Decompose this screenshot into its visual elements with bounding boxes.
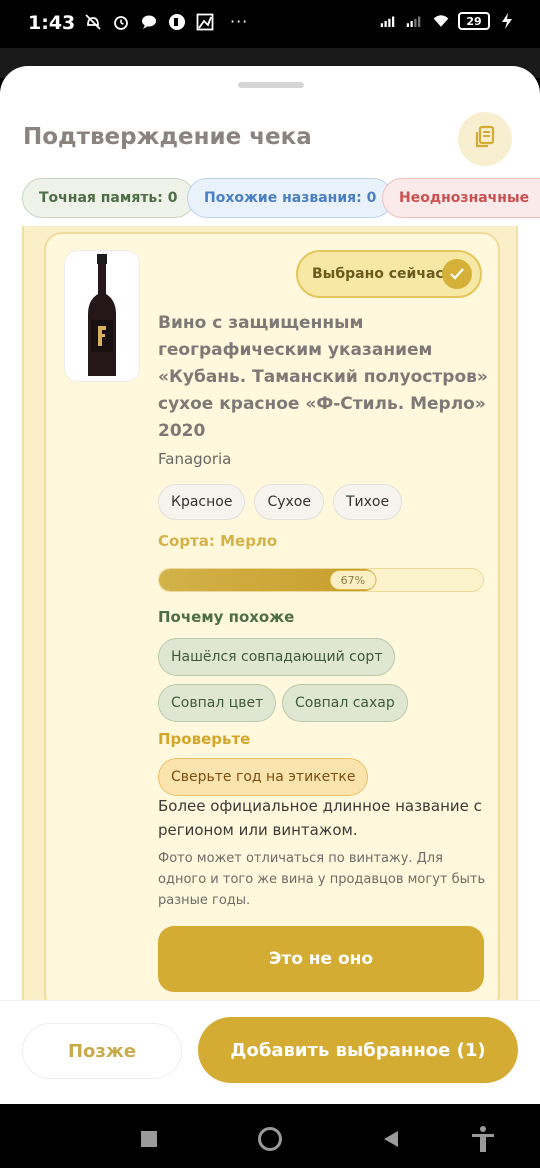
why-similar-title: Почему похоже xyxy=(158,608,295,626)
wifi-icon xyxy=(432,12,450,30)
match-percent-label: 67% xyxy=(329,570,377,590)
grape-variety: Сорта: Мерло xyxy=(158,532,278,550)
bottom-action-bar: Позже Добавить выбранное (1) xyxy=(0,1000,540,1104)
accessibility-icon[interactable] xyxy=(468,1124,498,1154)
not-it-button[interactable]: Это не оно xyxy=(158,926,484,992)
why-tag-color: Совпал цвет xyxy=(158,684,277,722)
more-notifications-icon: ··· xyxy=(230,12,249,31)
check-icon xyxy=(442,259,472,289)
check-title: Проверьте xyxy=(158,730,251,748)
status-bar: 1:43 ··· 29 xyxy=(0,0,540,48)
attribute-chip: Сухое xyxy=(254,484,324,520)
status-system-icons: 29 xyxy=(380,12,516,30)
why-tag-sugar: Совпал сахар xyxy=(282,684,408,722)
selected-now-label: Выбрано сейчас xyxy=(312,266,444,282)
app-icon xyxy=(168,13,186,31)
alarm-icon xyxy=(112,13,130,31)
sheet-title: Подтверждение чека xyxy=(23,124,312,150)
wine-attributes: Красное Сухое Тихое xyxy=(158,484,403,520)
sheet-grabber[interactable] xyxy=(238,82,304,88)
system-nav-bar xyxy=(0,1104,540,1168)
wine-producer: Fanagoria xyxy=(158,450,232,468)
copy-button[interactable] xyxy=(458,112,512,166)
attribute-chip: Красное xyxy=(158,484,246,520)
charging-icon xyxy=(498,12,516,30)
wine-bottle-icon xyxy=(88,254,116,376)
wine-name: Вино с защищенным географическим указани… xyxy=(158,313,488,441)
candidate-description: Более официальное длинное название с рег… xyxy=(158,797,482,839)
add-selected-button[interactable]: Добавить выбранное (1) xyxy=(198,1017,518,1083)
receipt-confirmation-sheet: Подтверждение чека Точная память: 0 Похо… xyxy=(0,66,540,1104)
status-notification-icons: ··· xyxy=(84,12,248,31)
vintage-note: Фото может отличаться по винтажу. Для од… xyxy=(158,851,486,908)
match-progress-bar: 67% xyxy=(158,568,484,592)
gallery-icon xyxy=(196,13,214,31)
battery-icon: 29 xyxy=(458,12,490,30)
chat-icon xyxy=(140,13,158,31)
filter-similar-names[interactable]: Похожие названия: 0 xyxy=(187,178,394,218)
signal-icon xyxy=(380,12,398,30)
candidates-list[interactable]: Выбрано сейчас Вино с защищенным географ… xyxy=(22,226,518,1012)
filter-ambiguous[interactable]: Неоднозначные xyxy=(382,178,540,218)
copy-icon xyxy=(472,124,498,154)
status-time: 1:43 xyxy=(28,12,76,34)
wine-thumbnail xyxy=(64,250,140,382)
filter-exact-memory[interactable]: Точная память: 0 xyxy=(22,178,195,218)
recents-icon[interactable] xyxy=(134,1124,164,1154)
wine-candidate-card[interactable]: Выбрано сейчас Вино с защищенным географ… xyxy=(44,232,500,1012)
signal-2-icon xyxy=(406,12,424,30)
selected-now-badge[interactable]: Выбрано сейчас xyxy=(296,250,482,298)
attribute-chip: Тихое xyxy=(332,484,403,520)
dnd-off-icon xyxy=(84,13,102,31)
check-tag-year: Сверьте год на этикетке xyxy=(158,758,369,796)
later-button[interactable]: Позже xyxy=(22,1023,182,1079)
why-tag-grape: Нашёлся совпадающий сорт xyxy=(158,638,396,676)
filter-chips: Точная память: 0 Похожие названия: 0 Нео… xyxy=(22,178,540,218)
home-icon[interactable] xyxy=(255,1124,285,1154)
back-icon[interactable] xyxy=(376,1124,406,1154)
